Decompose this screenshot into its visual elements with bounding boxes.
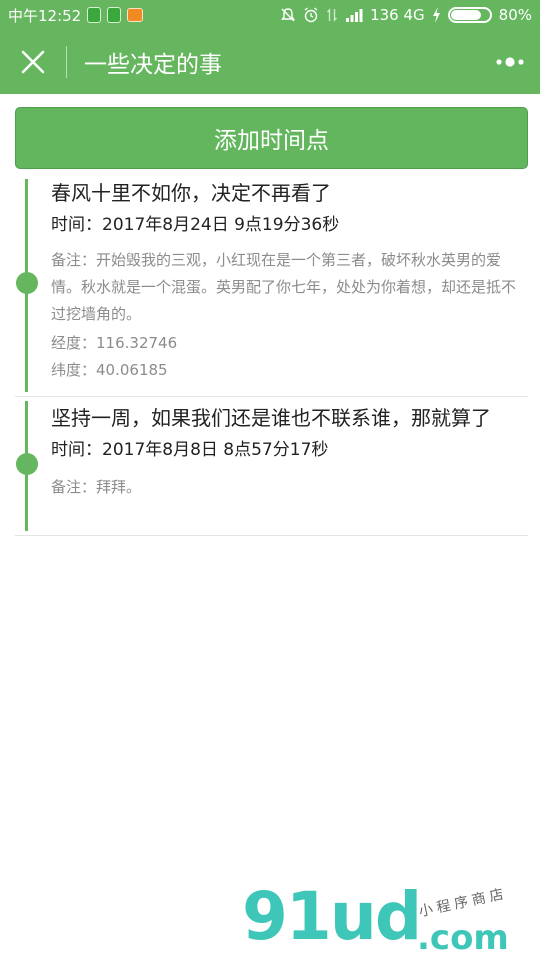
mute-icon	[281, 8, 295, 22]
status-bar: 中午12:52 136 4G 80%	[0, 0, 540, 30]
close-button[interactable]	[0, 30, 66, 94]
entry-time: 时间：2017年8月24日 9点19分36秒	[51, 215, 340, 235]
entry-note: 备注：拜拜。	[51, 478, 142, 496]
battery-icon	[447, 7, 492, 23]
more-button[interactable]	[480, 30, 540, 94]
watermark-brand: 91ud	[242, 878, 422, 955]
entry-title: 春风十里不如你，决定不再看了	[51, 181, 331, 205]
network-label: 136 4G	[370, 6, 425, 24]
data-transfer-icon	[327, 8, 338, 22]
status-time: 中午12:52	[8, 6, 82, 25]
nav-bar: 一些决定的事	[0, 30, 540, 94]
close-icon	[21, 50, 45, 74]
alarm-icon	[304, 7, 318, 23]
timeline: 春风十里不如你，决定不再看了 时间：2017年8月24日 9点19分36秒 备注…	[15, 175, 528, 536]
app-notification-icon	[87, 7, 102, 23]
message-notification-icon	[127, 8, 144, 22]
add-time-point-button[interactable]: 添加时间点	[15, 107, 528, 169]
battery-label: 80%	[498, 6, 532, 24]
timeline-item[interactable]: 春风十里不如你，决定不再看了 时间：2017年8月24日 9点19分36秒 备注…	[15, 175, 528, 397]
entry-longitude: 经度：116.32746	[51, 334, 178, 352]
watermark-tagline: 小程序商店	[417, 885, 509, 921]
page-title: 一些决定的事	[84, 52, 222, 78]
signal-icon	[346, 9, 363, 22]
entry-title: 坚持一周，如果我们还是谁也不联系谁，那就算了	[51, 406, 491, 430]
nav-divider	[66, 46, 67, 78]
watermark-domain: .com	[417, 918, 509, 958]
app-notification-icon	[107, 7, 122, 23]
timeline-dot	[16, 453, 38, 475]
entry-time: 时间：2017年8月8日 8点57分17秒	[51, 440, 329, 460]
entry-note: 备注：开始毁我的三观，小红现在是一个第三者，破坏秋水英男的爱情。秋水就是一个混蛋…	[51, 251, 517, 323]
charging-icon	[432, 7, 440, 23]
more-icon	[496, 57, 524, 67]
watermark-logo: 91ud 小程序商店 .com	[242, 882, 540, 960]
timeline-dot	[16, 272, 38, 294]
entry-latitude: 纬度：40.06185	[51, 361, 168, 379]
timeline-item[interactable]: 坚持一周，如果我们还是谁也不联系谁，那就算了 时间：2017年8月8日 8点57…	[15, 397, 528, 536]
